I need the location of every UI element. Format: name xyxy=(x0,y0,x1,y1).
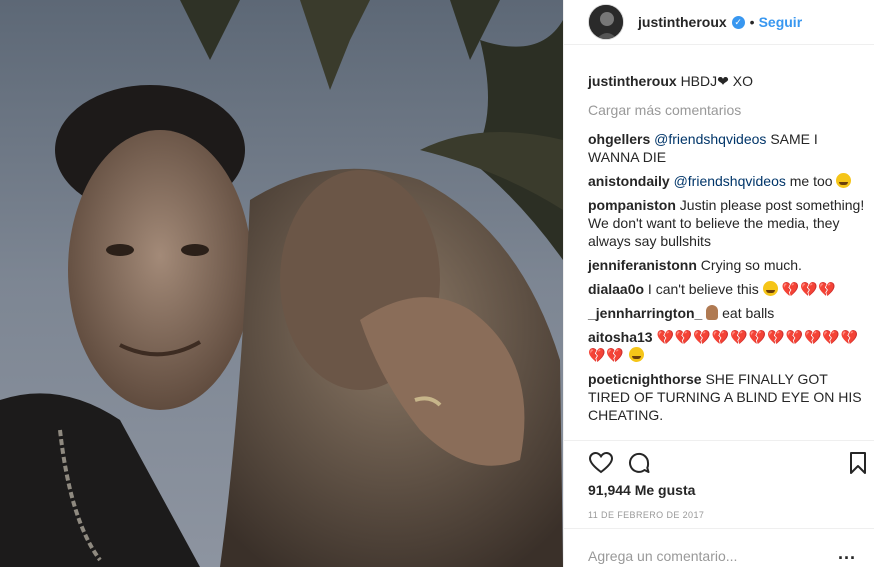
avatar[interactable] xyxy=(588,4,624,40)
comment-item: pompaniston Justin please post something… xyxy=(588,196,871,250)
comment-item: poeticnighthorse SHE FINALLY GOT TIRED O… xyxy=(588,370,871,424)
action-bar xyxy=(588,450,871,476)
comment-username[interactable]: anistondaily xyxy=(588,173,670,189)
comment-item: anistondaily @friendshqvideos me too xyxy=(588,172,871,190)
comment-text: me too xyxy=(789,173,833,189)
crying-emoji-icon xyxy=(628,347,644,362)
follow-button[interactable]: Seguir xyxy=(759,14,803,30)
comment-item: _jennharrington_ eat balls xyxy=(588,304,871,322)
header-divider xyxy=(564,44,874,45)
comments-list: justintheroux HBDJ❤ XO Cargar más coment… xyxy=(588,72,871,430)
comment-icon[interactable] xyxy=(626,450,652,476)
caption-username[interactable]: justintheroux xyxy=(588,73,677,89)
post-photo[interactable] xyxy=(0,0,563,567)
comment-mention[interactable]: @friendshqvideos xyxy=(654,131,766,147)
broken-heart-icons: 💔💔💔 xyxy=(781,281,837,297)
caption-text: HBDJ❤ XO xyxy=(680,73,753,89)
post-header: justintheroux ✓ • Seguir xyxy=(564,0,874,44)
comment-username[interactable]: poeticnighthorse xyxy=(588,371,702,387)
more-options-icon[interactable]: ... xyxy=(838,543,856,564)
caption: justintheroux HBDJ❤ XO xyxy=(588,72,871,90)
comment-text: I can't believe this xyxy=(647,281,759,297)
separator-dot: • xyxy=(749,14,755,30)
photo-illustration xyxy=(0,0,563,567)
heart-icon[interactable] xyxy=(588,450,614,476)
comment-username[interactable]: pompaniston xyxy=(588,197,676,213)
verified-badge-icon: ✓ xyxy=(731,15,745,29)
avatar-image xyxy=(589,5,623,39)
comment-mention[interactable]: @friendshqvideos xyxy=(674,173,786,189)
bookmark-icon[interactable] xyxy=(845,450,871,476)
comment-username[interactable]: _jennharrington_ xyxy=(588,305,702,321)
comment-username[interactable]: dialaa0o xyxy=(588,281,644,297)
comment-item: jenniferanistonn Crying so much. xyxy=(588,256,871,274)
comment-text: Crying so much. xyxy=(700,257,802,273)
crying-emoji-icon xyxy=(762,281,778,296)
comment-item: aitosha13 💔💔💔💔💔💔💔💔💔💔💔💔💔 xyxy=(588,328,871,364)
comment-username[interactable]: jenniferanistonn xyxy=(588,257,697,273)
comment-username[interactable]: ohgellers xyxy=(588,131,650,147)
comment-item: dialaa0o I can't believe this 💔💔💔 xyxy=(588,280,871,298)
author-username[interactable]: justintheroux xyxy=(638,14,727,30)
comment-username[interactable]: aitosha13 xyxy=(588,329,653,345)
crying-emoji-icon xyxy=(836,173,852,188)
add-comment-input[interactable]: Agrega un comentario... xyxy=(588,548,737,564)
likes-count[interactable]: 91,944 Me gusta xyxy=(588,482,695,498)
comment-text: eat balls xyxy=(722,305,775,321)
hand-gesture-icon xyxy=(706,305,719,320)
post-panel: justintheroux ✓ • Seguir justintheroux H… xyxy=(563,0,874,567)
post-date: 11 DE FEBRERO DE 2017 xyxy=(588,510,705,520)
actions-divider xyxy=(564,440,874,441)
load-more-comments-link[interactable]: Cargar más comentarios xyxy=(588,101,871,119)
comment-item: ohgellers @friendshqvideos SAME I WANNA … xyxy=(588,130,871,166)
comment-input-divider xyxy=(564,528,874,529)
